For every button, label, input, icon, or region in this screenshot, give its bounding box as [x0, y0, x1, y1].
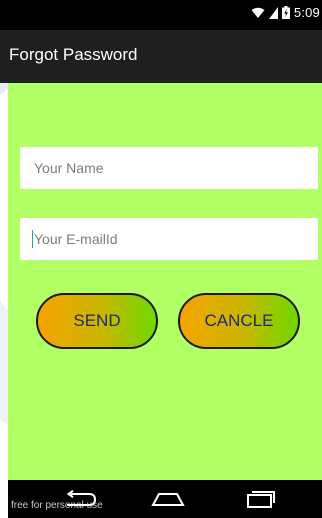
back-icon — [66, 490, 97, 506]
send-button[interactable]: SEND — [36, 293, 158, 349]
email-input[interactable] — [20, 218, 318, 260]
status-bar: 5:09 — [0, 0, 322, 30]
phone-screen: 5:09 Forgot Password SEND CANCLE free fo… — [0, 0, 322, 518]
cancel-button[interactable]: CANCLE — [178, 293, 300, 349]
battery-icon — [281, 6, 290, 19]
back-button[interactable] — [60, 487, 100, 511]
action-bar: Forgot Password — [0, 30, 322, 83]
home-icon — [151, 493, 185, 506]
name-input[interactable] — [20, 147, 318, 189]
text-cursor — [32, 230, 33, 248]
form-panel: SEND CANCLE — [8, 83, 322, 480]
page-title: Forgot Password — [9, 45, 138, 64]
status-time: 5:09 — [293, 5, 320, 20]
home-button[interactable] — [148, 487, 188, 511]
recents-button[interactable] — [240, 487, 280, 511]
recents-icon — [247, 491, 275, 508]
wifi-icon — [251, 7, 265, 18]
signal-icon — [268, 6, 278, 19]
navigation-bar: free for personal use — [8, 480, 322, 518]
